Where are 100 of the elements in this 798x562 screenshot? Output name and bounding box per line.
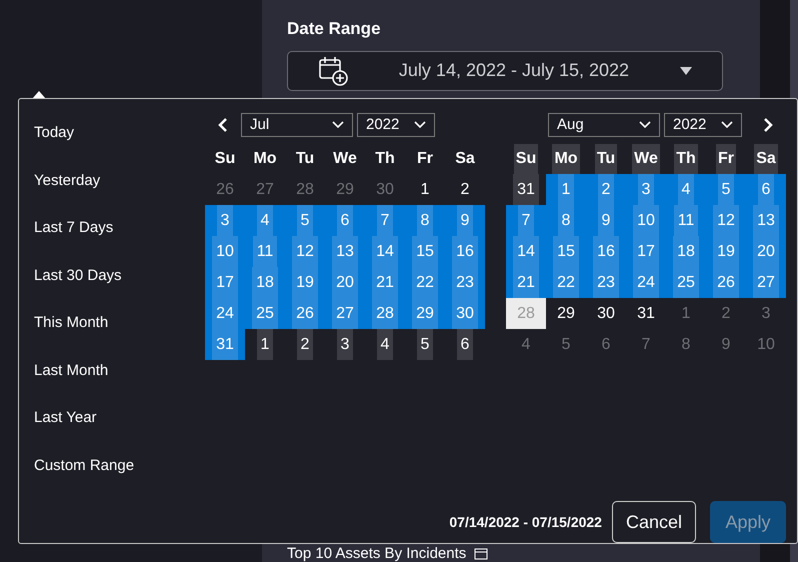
range-day-cell[interactable]: 9 (445, 205, 485, 236)
range-day-cell[interactable]: 16 (586, 236, 626, 267)
range-day-cell[interactable]: 11 (245, 236, 285, 267)
range-day-cell[interactable]: 30 (445, 298, 485, 329)
calendar-day[interactable]: 5 (416, 329, 434, 360)
calendar-day[interactable]: 2 (296, 329, 314, 360)
range-day-cell[interactable]: 17 (626, 236, 666, 267)
range-option[interactable]: Last 7 Days (34, 216, 205, 264)
range-day-cell[interactable]: 28 (365, 298, 405, 329)
date-range-dropdown[interactable]: July 14, 2022 - July 15, 2022 (287, 50, 723, 90)
range-option[interactable]: Last Month (34, 358, 205, 406)
range-day-cell[interactable]: 3 (205, 205, 245, 236)
range-day-cell[interactable]: 25 (666, 267, 706, 298)
calendar-day[interactable]: 3 (758, 302, 774, 326)
range-option[interactable]: Today (34, 121, 205, 168)
month-select[interactable]: Aug (548, 113, 660, 137)
range-day-cell[interactable]: 1 (546, 174, 586, 205)
year-select[interactable]: 2022 (357, 113, 435, 137)
range-day-cell[interactable]: 12 (285, 236, 325, 267)
calendar-day[interactable]: 7 (638, 332, 654, 356)
range-day-cell[interactable]: 6 (746, 174, 786, 205)
range-day-cell[interactable]: 24 (205, 298, 245, 329)
range-day-cell[interactable]: 15 (546, 236, 586, 267)
year-select[interactable]: 2022 (664, 113, 742, 137)
range-day-cell[interactable]: 20 (746, 236, 786, 267)
range-day-cell[interactable]: 8 (405, 205, 445, 236)
range-day-cell[interactable]: 13 (325, 236, 365, 267)
month-select[interactable]: Jul (241, 113, 353, 137)
range-day-cell[interactable]: 10 (626, 205, 666, 236)
range-day-cell[interactable]: 22 (405, 267, 445, 298)
range-day-cell[interactable]: 22 (546, 267, 586, 298)
range-day-cell[interactable]: 7 (506, 205, 546, 236)
range-day-cell[interactable]: 4 (245, 205, 285, 236)
range-day-cell[interactable]: 14 (365, 236, 405, 267)
calendar-day[interactable]: 6 (456, 329, 474, 360)
calendar-day[interactable]: 4 (376, 329, 394, 360)
range-day-cell[interactable]: 19 (285, 267, 325, 298)
range-day-cell[interactable]: 20 (325, 267, 365, 298)
range-day-cell[interactable]: 15 (405, 236, 445, 267)
calendar-day[interactable]: 2 (456, 178, 474, 202)
calendar-day[interactable]: 3 (336, 329, 354, 360)
range-option[interactable]: Yesterday (34, 168, 205, 216)
range-day-cell[interactable]: 25 (245, 298, 285, 329)
range-option[interactable]: Custom Range (34, 454, 205, 501)
calendar-day[interactable]: 29 (553, 302, 579, 326)
calendar-day[interactable]: 27 (252, 178, 278, 202)
range-day-cell[interactable]: 13 (746, 205, 786, 236)
calendar-day[interactable]: 30 (372, 178, 398, 202)
range-day-cell[interactable]: 8 (546, 205, 586, 236)
range-day-cell[interactable]: 16 (445, 236, 485, 267)
calendar-day[interactable]: 5 (558, 332, 574, 356)
range-day-cell[interactable]: 23 (586, 267, 626, 298)
previous-month-icon[interactable] (217, 117, 229, 133)
calendar-day[interactable]: 10 (753, 332, 779, 356)
calendar-day[interactable]: 9 (718, 332, 734, 356)
range-day-cell[interactable]: 12 (706, 205, 746, 236)
range-day-cell[interactable]: 7 (365, 205, 405, 236)
calendar-day[interactable]: 6 (598, 332, 614, 356)
hovered-day-cell[interactable]: 28 (506, 298, 546, 329)
range-day-cell[interactable]: 29 (405, 298, 445, 329)
range-day-cell[interactable]: 3 (626, 174, 666, 205)
calendar-day[interactable]: 1 (678, 302, 694, 326)
range-day-cell[interactable]: 23 (445, 267, 485, 298)
range-day-cell[interactable]: 9 (586, 205, 626, 236)
range-day-cell[interactable]: 2 (586, 174, 626, 205)
range-day-cell[interactable]: 10 (205, 236, 245, 267)
range-day-cell[interactable]: 5 (706, 174, 746, 205)
range-day-cell[interactable]: 24 (626, 267, 666, 298)
range-day-cell[interactable]: 11 (666, 205, 706, 236)
calendar-day[interactable]: 30 (593, 302, 619, 326)
calendar-day[interactable]: 1 (416, 178, 434, 202)
calendar-day[interactable]: 1 (256, 329, 274, 360)
next-month-icon[interactable] (762, 117, 774, 133)
range-option[interactable]: Last 30 Days (34, 264, 205, 311)
range-option[interactable]: This Month (34, 311, 205, 358)
calendar-day[interactable]: 26 (212, 178, 238, 202)
range-day-cell[interactable]: 27 (325, 298, 365, 329)
range-day-cell[interactable]: 21 (365, 267, 405, 298)
range-day-cell[interactable]: 17 (205, 267, 245, 298)
calendar-day[interactable]: 4 (518, 332, 534, 356)
range-day-cell[interactable]: 21 (506, 267, 546, 298)
range-day-cell[interactable]: 26 (706, 267, 746, 298)
calendar-day[interactable]: 31 (513, 174, 539, 205)
range-day-cell[interactable]: 27 (746, 267, 786, 298)
range-day-cell[interactable]: 18 (666, 236, 706, 267)
calendar-day[interactable]: 31 (633, 302, 659, 326)
calendar-day[interactable]: 29 (332, 178, 358, 202)
calendar-day[interactable]: 8 (678, 332, 694, 356)
range-day-cell[interactable]: 26 (285, 298, 325, 329)
range-option[interactable]: Last Year (34, 406, 205, 454)
calendar-day[interactable]: 2 (718, 302, 734, 326)
range-day-cell[interactable]: 14 (506, 236, 546, 267)
range-day-cell[interactable]: 6 (325, 205, 365, 236)
range-day-cell[interactable]: 31 (205, 329, 245, 360)
calendar-day[interactable]: 28 (292, 178, 318, 202)
range-day-cell[interactable]: 19 (706, 236, 746, 267)
range-day-cell[interactable]: 18 (245, 267, 285, 298)
cancel-button[interactable]: Cancel (612, 501, 696, 543)
range-day-cell[interactable]: 5 (285, 205, 325, 236)
range-day-cell[interactable]: 4 (666, 174, 706, 205)
